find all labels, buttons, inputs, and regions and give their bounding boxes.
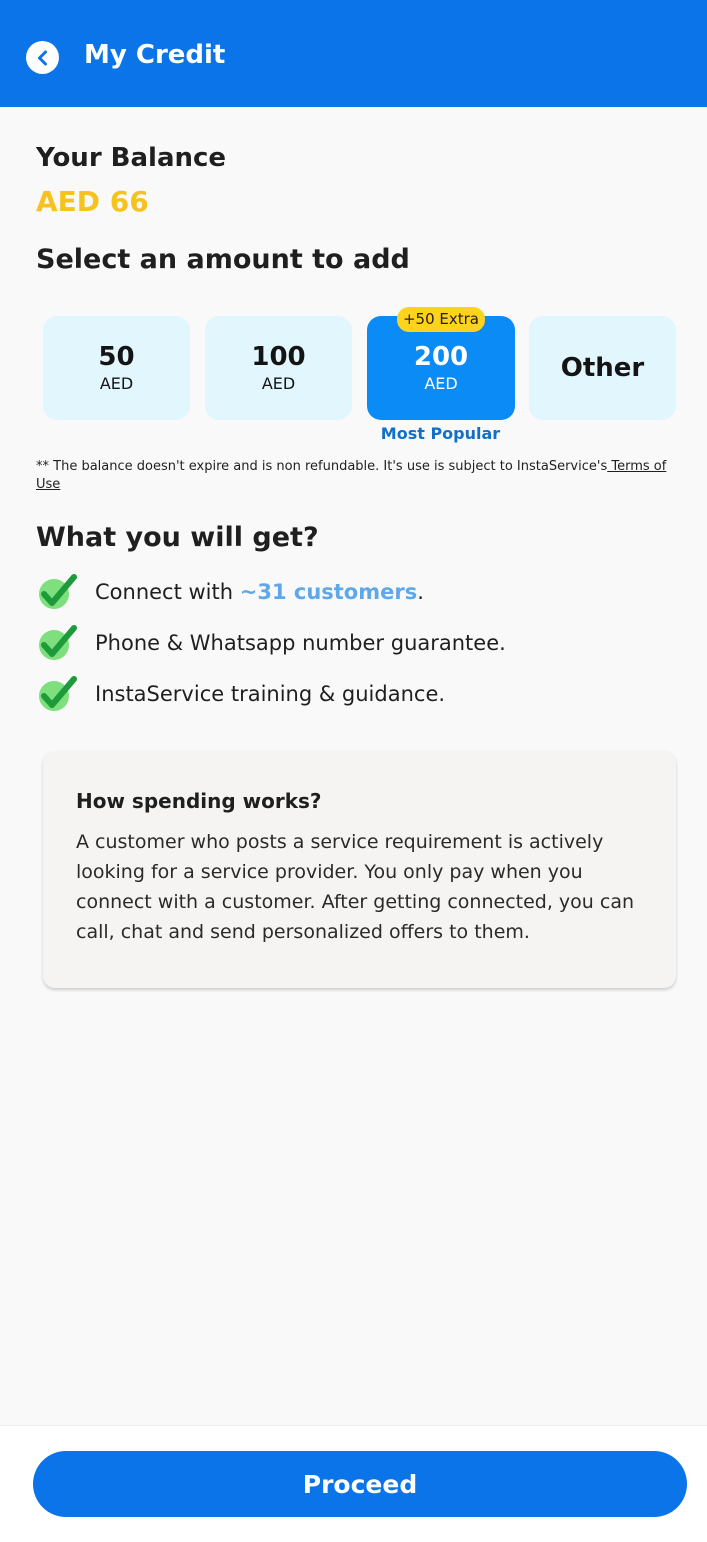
benefit-item: Phone & Whatsapp number guarantee.	[36, 623, 676, 663]
select-amount-title: Select an amount to add	[36, 244, 410, 275]
info-title: How spending works?	[76, 789, 322, 813]
benefit-item: Connect with ~31 customers.	[36, 572, 676, 612]
amount-option-other[interactable]: Other	[529, 316, 676, 420]
customer-count: ~31 customers	[239, 580, 418, 604]
amount-value: 50	[98, 342, 135, 372]
chevron-left-icon	[37, 50, 47, 65]
check-icon	[39, 676, 77, 711]
amount-value: 200	[413, 342, 469, 372]
benefit-prefix: Connect with	[95, 580, 240, 604]
amount-option-100[interactable]: 100 AED	[205, 316, 352, 420]
amount-currency: AED	[99, 374, 134, 393]
how-spending-works-card: How spending works? A customer who posts…	[43, 751, 676, 988]
benefit-text: InstaService training & guidance.	[95, 682, 446, 706]
proceed-button[interactable]: Proceed	[33, 1451, 687, 1517]
extra-badge: +50 Extra	[397, 307, 485, 332]
amount-option-50[interactable]: 50 AED	[43, 316, 190, 420]
benefit-item: InstaService training & guidance.	[36, 674, 676, 714]
page-title: My Credit	[84, 40, 226, 70]
benefit-text: Connect with ~31 customers.	[95, 580, 424, 604]
balance-label: Your Balance	[36, 143, 227, 173]
balance-note: ** The balance doesn't expire and is non…	[36, 458, 676, 494]
app-header: My Credit	[0, 0, 707, 107]
benefit-suffix: .	[417, 580, 424, 604]
benefits-title: What you will get?	[36, 522, 319, 553]
amount-value: 100	[251, 342, 306, 372]
balance-value: AED 66	[36, 185, 149, 218]
info-body: A customer who posts a service requireme…	[76, 831, 635, 943]
back-button[interactable]	[26, 41, 59, 74]
amount-currency: AED	[261, 374, 296, 393]
note-text: ** The balance doesn't expire and is non…	[36, 459, 608, 474]
most-popular-label: Most Popular	[380, 424, 501, 443]
check-icon	[39, 625, 77, 660]
benefit-text: Phone & Whatsapp number guarantee.	[95, 631, 506, 655]
other-amount-label: Other	[560, 353, 645, 383]
check-icon	[39, 574, 77, 609]
amount-currency: AED	[424, 374, 458, 393]
